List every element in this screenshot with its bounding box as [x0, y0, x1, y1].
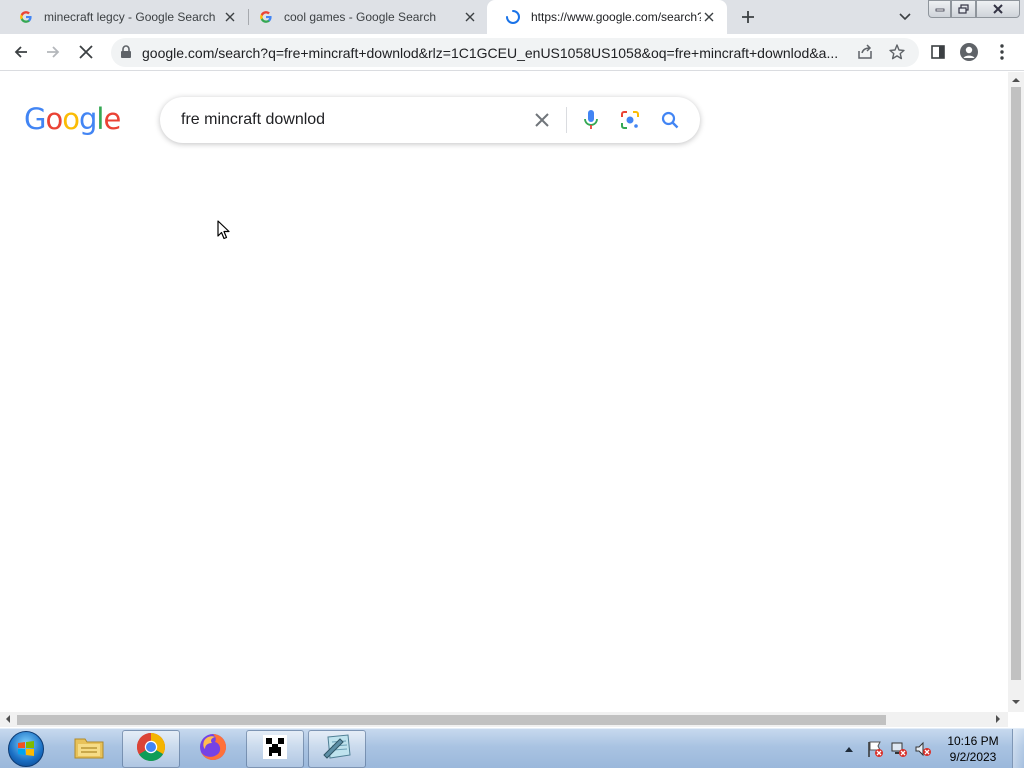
lock-icon[interactable]	[120, 45, 132, 64]
url-text[interactable]: google.com/search?q=fre+mincraft+downlod…	[142, 45, 847, 61]
bookmark-star-icon[interactable]	[888, 43, 906, 66]
search-divider	[566, 107, 567, 133]
close-tab-icon[interactable]	[222, 9, 238, 25]
system-clock[interactable]: 10:16 PM 9/2/2023	[940, 733, 1006, 765]
scroll-right-arrow-icon[interactable]	[994, 715, 1002, 723]
tab-title: https://www.google.com/search?	[531, 10, 701, 24]
search-input[interactable]: fre mincraft downlod	[181, 111, 325, 129]
side-panel-icon[interactable]	[926, 40, 950, 64]
screen: minecraft legcy - Google Search cool gam…	[0, 0, 1024, 768]
taskbar-chrome[interactable]	[122, 730, 180, 768]
share-icon[interactable]	[856, 43, 874, 66]
tab-search-chevron-icon[interactable]	[895, 7, 915, 27]
windows-taskbar: 10:16 PM 9/2/2023	[0, 728, 1024, 768]
action-center-flag-icon[interactable]	[866, 729, 884, 768]
clock-time: 10:16 PM	[947, 734, 999, 748]
back-button[interactable]	[9, 40, 33, 64]
logo-letter: o	[45, 102, 63, 136]
lens-camera-icon[interactable]	[618, 108, 642, 132]
google-g-icon	[258, 9, 274, 25]
stop-loading-button[interactable]	[74, 40, 98, 64]
voice-search-mic-icon[interactable]	[579, 108, 603, 132]
tab-strip: minecraft legcy - Google Search cool gam…	[0, 0, 1024, 34]
vertical-scroll-thumb[interactable]	[1011, 87, 1021, 680]
scroll-up-arrow-icon[interactable]	[1012, 76, 1020, 84]
logo-letter: o	[62, 102, 80, 136]
vertical-scrollbar[interactable]	[1008, 72, 1024, 712]
scroll-left-arrow-icon[interactable]	[4, 715, 12, 723]
minecraft-icon	[263, 734, 287, 764]
tray-up-arrow-icon[interactable]	[844, 745, 854, 753]
scroll-down-arrow-icon[interactable]	[1012, 698, 1020, 706]
address-bar[interactable]: google.com/search?q=fre+mincraft+downlod…	[111, 38, 919, 67]
search-box[interactable]: fre mincraft downlod	[160, 97, 700, 143]
google-logo[interactable]: Google	[24, 102, 121, 136]
logo-letter: G	[24, 102, 47, 136]
taskbar-notepad[interactable]	[308, 730, 366, 768]
scrollbar-corner	[1008, 712, 1024, 727]
menu-kebab-icon[interactable]	[990, 40, 1014, 64]
browser-toolbar: google.com/search?q=fre+mincraft+downlod…	[0, 34, 1024, 71]
close-tab-icon[interactable]	[462, 9, 478, 25]
new-tab-button[interactable]	[736, 5, 760, 29]
clock-date: 9/2/2023	[949, 750, 997, 764]
forward-button[interactable]	[41, 40, 65, 64]
profile-avatar-icon[interactable]	[957, 40, 981, 64]
chrome-icon	[136, 732, 166, 767]
show-desktop-button[interactable]	[1012, 729, 1024, 768]
taskbar-firefox[interactable]	[184, 730, 242, 768]
logo-letter: e	[103, 102, 121, 136]
close-window-button[interactable]	[976, 0, 1020, 18]
start-button[interactable]	[4, 730, 48, 768]
minimize-window-button[interactable]	[928, 0, 951, 18]
taskbar-explorer[interactable]	[60, 730, 118, 768]
show-hidden-icons-button[interactable]	[844, 729, 854, 768]
tab-cool-games[interactable]: cool games - Google Search	[240, 0, 488, 34]
tab-title: minecraft legcy - Google Search	[44, 10, 216, 24]
notepad-icon	[322, 733, 352, 766]
search-icon[interactable]	[658, 108, 682, 132]
windows-logo-icon	[8, 731, 44, 767]
volume-muted-icon[interactable]	[914, 729, 932, 768]
tab-minecraft-legcy[interactable]: minecraft legcy - Google Search	[0, 0, 248, 34]
tab-title: cool games - Google Search	[284, 10, 437, 24]
loading-spinner-icon	[505, 9, 521, 25]
taskbar-minecraft[interactable]	[246, 730, 304, 768]
windows-explorer-icon	[73, 733, 105, 766]
google-g-icon	[18, 9, 34, 25]
clear-search-icon[interactable]	[530, 108, 554, 132]
mouse-pointer-icon	[217, 220, 231, 245]
horizontal-scroll-thumb[interactable]	[17, 715, 886, 725]
horizontal-scrollbar[interactable]	[0, 712, 1008, 727]
page-content: Google fre mincraft downlod	[0, 72, 1008, 712]
firefox-icon	[198, 732, 228, 767]
restore-window-button[interactable]	[951, 0, 976, 18]
logo-letter: g	[78, 102, 97, 136]
close-tab-icon[interactable]	[701, 9, 717, 25]
tab-active-google-search[interactable]: https://www.google.com/search?	[487, 0, 727, 34]
network-status-icon[interactable]	[890, 729, 908, 768]
